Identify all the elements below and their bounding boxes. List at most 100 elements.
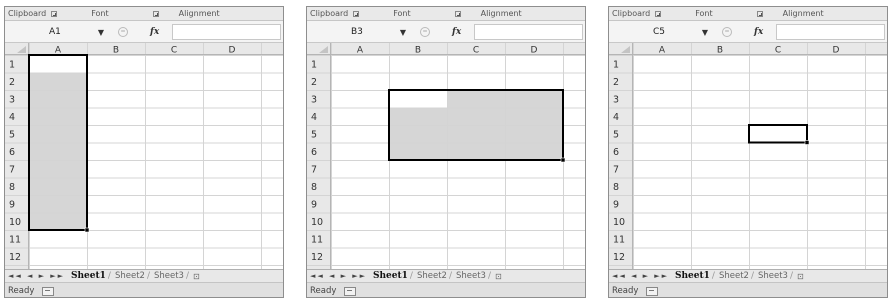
grid-canvas[interactable]: A B C D123456789101112	[609, 43, 888, 269]
formula-bar: C5 ▼ = fx	[609, 21, 887, 43]
status-text: Ready	[612, 286, 639, 296]
dialog-launcher-icon[interactable]	[152, 10, 159, 17]
sheet-tab-sheet1[interactable]: Sheet1	[675, 271, 710, 281]
chevron-down-icon[interactable]: ▼	[98, 28, 104, 37]
formula-bar: A1 ▼ = fx	[5, 21, 283, 43]
ribbon-group-clipboard[interactable]: Clipboard	[612, 9, 662, 18]
ribbon-group-label: Font	[393, 9, 411, 18]
ribbon-group-font[interactable]: Font	[393, 9, 410, 18]
row-header-7: 7	[311, 164, 317, 175]
fill-handle-icon	[84, 227, 90, 233]
screenshot-stage: Clipboard Font Alignment A1 ▼ = fx ABCD123…	[0, 0, 892, 302]
chevron-down-icon[interactable]: ▼	[702, 28, 708, 37]
ribbon-group-clipboard[interactable]: Clipboard	[310, 9, 360, 18]
row-header-4: 4	[9, 112, 15, 123]
name-box[interactable]: C5 ▼	[611, 24, 716, 40]
column-header-b: B	[717, 46, 723, 56]
name-box-value: B3	[351, 26, 363, 37]
worksheet-grid[interactable]: A B C D 1 2 3 4 5 6 7 8 9 10 11 12	[5, 43, 284, 269]
name-box[interactable]: B3 ▼	[309, 24, 414, 40]
column-header-bar	[609, 43, 887, 55]
dialog-launcher-icon[interactable]	[756, 10, 763, 17]
name-box-value: A1	[49, 26, 61, 37]
ribbon-group-alignment[interactable]: Alignment	[783, 9, 824, 18]
fill-handle-icon	[804, 140, 810, 145]
formula-input[interactable]	[172, 23, 281, 40]
sheet-tab-sheet1[interactable]: Sheet1	[71, 271, 106, 281]
row-header-1: 1	[311, 59, 317, 70]
sheet-tab-sheet3[interactable]: Sheet3	[758, 271, 788, 281]
sheet-tab-sheet3[interactable]: Sheet3	[456, 271, 486, 281]
sheet-tab-sheet1[interactable]: Sheet1	[373, 271, 408, 281]
cancel-icon[interactable]: =	[118, 26, 128, 37]
formula-controls: = fx	[716, 24, 776, 40]
row-header-9: 9	[9, 199, 15, 210]
excel-window-1: Clipboard Font Alignment A1 ▼ = fx ABCD123…	[4, 6, 284, 298]
column-header-d: D	[531, 46, 538, 56]
formula-input[interactable]	[474, 23, 583, 40]
chevron-down-icon[interactable]: ▼	[400, 28, 406, 37]
ribbon-group-labels: Clipboard Font Alignment	[5, 7, 283, 21]
ribbon-group-alignment[interactable]: Alignment	[179, 9, 220, 18]
tab-separator: /	[146, 271, 150, 281]
column-header-d: D	[833, 46, 840, 56]
insert-sheet-icon[interactable]: ⊡	[193, 272, 200, 281]
cancel-icon[interactable]: =	[722, 26, 732, 37]
tab-separator: /	[750, 271, 754, 281]
formula-bar: B3 ▼ = fx	[307, 21, 585, 43]
row-header-8: 8	[9, 182, 15, 193]
fill-handle-icon	[560, 157, 566, 163]
ribbon-group-labels: Clipboard Font Alignment	[609, 7, 887, 21]
sheet-tab-sheet2[interactable]: Sheet2	[719, 271, 749, 281]
macro-record-icon[interactable]	[344, 286, 357, 296]
sheet-tab-sheet3[interactable]: Sheet3	[154, 271, 184, 281]
row-header-7: 7	[9, 164, 15, 175]
tab-separator: /	[409, 271, 413, 281]
sheet-nav-arrows-icon[interactable]: ◄◄ ◄ ► ►►	[310, 272, 367, 280]
worksheet-grid[interactable]: A B C D 1 2 3 4 5 6 7 8 9 10 11 12	[609, 43, 888, 269]
sheet-nav-arrows-icon[interactable]: ◄◄ ◄ ► ►►	[8, 272, 65, 280]
column-header-a: A	[357, 46, 364, 56]
row-header-9: 9	[311, 199, 317, 210]
sheet-tab-sheet2[interactable]: Sheet2	[417, 271, 447, 281]
sheet-tab-sheet2[interactable]: Sheet2	[115, 271, 145, 281]
macro-record-icon[interactable]	[42, 286, 55, 296]
row-header-7: 7	[613, 164, 619, 175]
status-text: Ready	[310, 286, 337, 296]
ribbon-group-label: Clipboard	[612, 9, 651, 18]
insert-sheet-icon[interactable]: ⊡	[797, 272, 804, 281]
insert-function-icon[interactable]: fx	[452, 27, 461, 37]
macro-record-icon[interactable]	[646, 286, 659, 296]
ribbon-group-label: Clipboard	[310, 9, 349, 18]
name-box-value: C5	[653, 26, 666, 37]
insert-function-icon[interactable]: fx	[754, 27, 763, 37]
dialog-launcher-icon[interactable]	[51, 10, 58, 17]
ribbon-group-font[interactable]: Font	[695, 9, 712, 18]
worksheet-grid[interactable]: A B C D 1 2 3 4 5 6 7 8 9 10 11 12	[307, 43, 586, 269]
dialog-launcher-icon[interactable]	[454, 10, 461, 17]
cancel-icon[interactable]: =	[420, 26, 430, 37]
grid-canvas[interactable]: A B C D123456789101112	[307, 43, 586, 269]
status-bar: Ready	[609, 282, 887, 297]
row-header-3: 3	[9, 94, 15, 105]
grid-canvas[interactable]: A B C D123456789101112	[5, 43, 284, 269]
insert-sheet-icon[interactable]: ⊡	[495, 272, 502, 281]
ribbon-group-clipboard[interactable]: Clipboard	[8, 9, 58, 18]
row-header-12: 12	[311, 252, 323, 263]
ribbon-group-font[interactable]: Font	[91, 9, 108, 18]
formula-input[interactable]	[776, 23, 885, 40]
row-header-11: 11	[613, 234, 625, 245]
active-cell-fill	[29, 55, 87, 73]
ribbon-group-label: Font	[695, 9, 713, 18]
row-header-3: 3	[613, 94, 619, 105]
insert-function-icon[interactable]: fx	[150, 27, 159, 37]
dialog-launcher-icon[interactable]	[655, 10, 662, 17]
row-header-6: 6	[311, 147, 317, 158]
tab-separator: /	[711, 271, 715, 281]
tab-separator: /	[107, 271, 111, 281]
dialog-launcher-icon[interactable]	[353, 10, 360, 17]
sheet-nav-arrows-icon[interactable]: ◄◄ ◄ ► ►►	[612, 272, 669, 280]
ribbon-group-alignment[interactable]: Alignment	[481, 9, 522, 18]
name-box[interactable]: A1 ▼	[7, 24, 112, 40]
status-bar: Ready	[307, 282, 585, 297]
